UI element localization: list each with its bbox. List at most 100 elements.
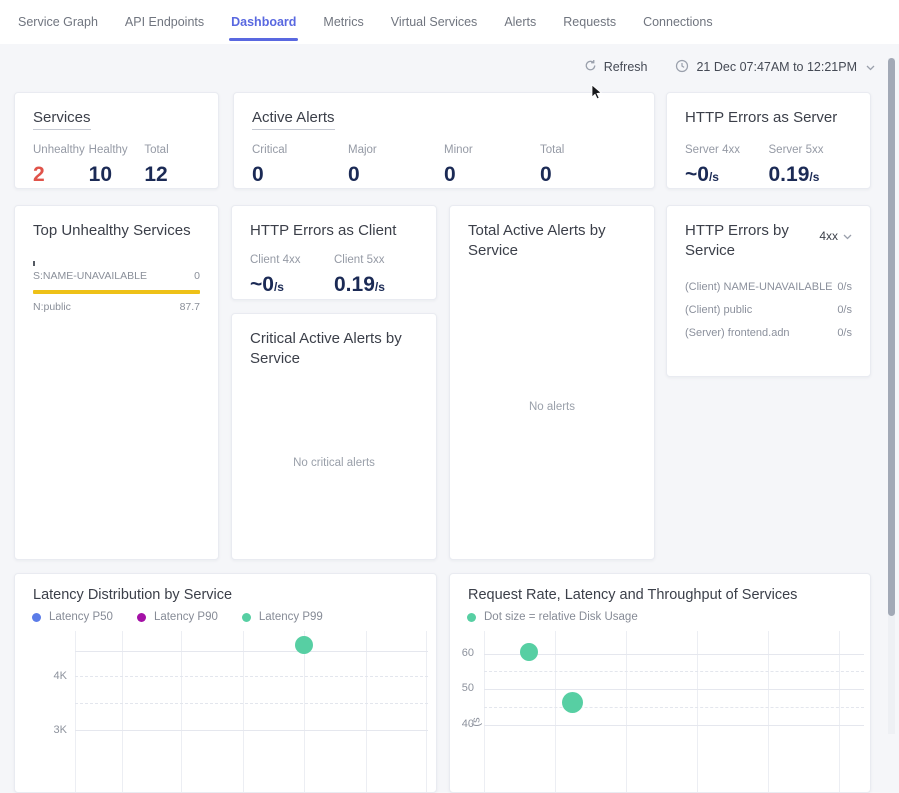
top-navigation: Service Graph API Endpoints Dashboard Me… — [0, 0, 899, 44]
http-server-metrics: Server 4xx ~0/s Server 5xx 0.19/s — [685, 144, 852, 187]
error-row-value: 0/s — [837, 327, 852, 339]
tab-dashboard[interactable]: Dashboard — [231, 0, 296, 44]
gridline — [768, 631, 769, 792]
service-name: N:public — [33, 301, 71, 313]
time-range-value: 21 Dec 07:47AM to 12:21PM — [696, 60, 857, 74]
tab-label: API Endpoints — [125, 15, 204, 29]
metric-label: Client 4xx — [250, 254, 334, 266]
metric-critical: Critical 0 — [252, 144, 348, 187]
mouse-cursor — [591, 84, 603, 106]
services-card: Services Unhealthy 2 Healthy 10 Total 12 — [14, 92, 219, 189]
error-row-label: (Client) public — [685, 304, 752, 316]
gridline — [555, 631, 556, 792]
http-errors-server-card: HTTP Errors as Server Server 4xx ~0/s Se… — [666, 92, 871, 189]
tab-label: Virtual Services — [391, 15, 478, 29]
metric-value: 0 — [444, 163, 540, 187]
tab-alerts[interactable]: Alerts — [504, 0, 536, 44]
metric-server-4xx: Server 4xx ~0/s — [685, 144, 769, 187]
gridline — [484, 707, 864, 708]
chart-legend: Dot size = relative Disk Usage — [467, 611, 638, 623]
tab-label: Alerts — [504, 15, 536, 29]
metric-label: Client 5xx — [334, 254, 418, 266]
metric-value: ~0/s — [685, 163, 769, 187]
scrollbar-thumb[interactable] — [888, 58, 895, 616]
error-class-dropdown[interactable]: 4xx — [819, 229, 852, 243]
metric-value: 0 — [348, 163, 444, 187]
card-header: HTTP Errors by Service 4xx — [685, 221, 852, 260]
metric-value: 0 — [252, 163, 348, 187]
chart-legend: Latency P50 Latency P90 Latency P99 — [32, 611, 323, 623]
time-range-selector[interactable]: 21 Dec 07:47AM to 12:21PM — [675, 59, 875, 76]
metric-label: Total — [540, 144, 636, 156]
service-row: S:NAME-UNAVAILABLE 0 — [33, 266, 200, 289]
tab-virtual-services[interactable]: Virtual Services — [391, 0, 478, 44]
tab-label: Dashboard — [231, 15, 296, 29]
legend-item-p90: Latency P90 — [137, 611, 218, 623]
gridline — [304, 631, 305, 792]
error-rows: (Client) NAME-UNAVAILABLE 0/s (Client) p… — [685, 276, 852, 345]
metric-value: 2 — [33, 163, 89, 187]
metric-value: 10 — [89, 163, 145, 187]
http-errors-server-title: HTTP Errors as Server — [685, 108, 852, 128]
metric-minor: Minor 0 — [444, 144, 540, 187]
error-row-value: 0/s — [837, 304, 852, 316]
metric-server-5xx: Server 5xx 0.19/s — [769, 144, 853, 187]
y-axis-tick: 3K — [27, 724, 67, 736]
legend-item-disk-usage: Dot size = relative Disk Usage — [467, 611, 638, 623]
active-alerts-metrics: Critical 0 Major 0 Minor 0 Total 0 — [252, 144, 636, 187]
tab-requests[interactable]: Requests — [563, 0, 616, 44]
gridline — [75, 676, 428, 677]
dashboard-toolbar: Refresh 21 Dec 07:47AM to 12:21PM — [0, 54, 875, 80]
gridline — [243, 631, 244, 792]
gridline — [366, 631, 367, 792]
gridline — [181, 631, 182, 792]
data-point — [562, 692, 583, 713]
service-value: 87.7 — [180, 301, 200, 313]
metric-value: 0.19/s — [769, 163, 853, 187]
legend-dot-icon — [137, 613, 146, 622]
value-suffix: /s — [274, 280, 284, 294]
gridline — [484, 631, 485, 792]
legend-item-p50: Latency P50 — [32, 611, 113, 623]
tab-connections[interactable]: Connections — [643, 0, 713, 44]
data-point — [520, 643, 538, 661]
gridline — [697, 631, 698, 792]
metric-label: Unhealthy — [33, 144, 89, 156]
value-number: 0.19 — [334, 273, 375, 296]
y-axis-tick: 4K — [27, 670, 67, 682]
http-errors-by-service-title: HTTP Errors by Service — [685, 221, 803, 260]
metric-label: Healthy — [89, 144, 145, 156]
empty-state-message: No alerts — [450, 401, 654, 413]
tab-metrics[interactable]: Metrics — [323, 0, 363, 44]
tab-label: Connections — [643, 15, 713, 29]
legend-label: Latency P99 — [259, 611, 323, 623]
gridline — [75, 651, 428, 652]
tab-label: Requests — [563, 15, 616, 29]
service-name: S:NAME-UNAVAILABLE — [33, 270, 147, 282]
gridline — [839, 631, 840, 792]
critical-alerts-title: Critical Active Alerts by Service — [250, 329, 418, 368]
metric-unhealthy: Unhealthy 2 — [33, 144, 89, 187]
active-tab-indicator — [229, 38, 298, 41]
tab-service-graph[interactable]: Service Graph — [18, 0, 98, 44]
value-number: 0.19 — [769, 163, 810, 186]
top-unhealthy-title: Top Unhealthy Services — [33, 221, 200, 241]
gridline — [426, 631, 427, 792]
metric-healthy: Healthy 10 — [89, 144, 145, 187]
tab-api-endpoints[interactable]: API Endpoints — [125, 0, 204, 44]
error-row: (Server) frontend.adn 0/s — [685, 322, 852, 345]
refresh-label: Refresh — [604, 60, 648, 74]
gridline — [484, 654, 864, 655]
services-title: Services — [33, 109, 91, 130]
tab-label: Metrics — [323, 15, 363, 29]
metric-label: Server 5xx — [769, 144, 853, 156]
total-alerts-title: Total Active Alerts by Service — [468, 221, 636, 260]
legend-label: Latency P50 — [49, 611, 113, 623]
error-row-label: (Client) NAME-UNAVAILABLE — [685, 281, 833, 293]
metric-value: 0 — [540, 163, 636, 187]
services-metrics: Unhealthy 2 Healthy 10 Total 12 — [33, 144, 200, 187]
metric-value: 0.19/s — [334, 273, 418, 297]
refresh-button[interactable]: Refresh — [584, 59, 648, 75]
legend-label: Latency P90 — [154, 611, 218, 623]
error-row: (Client) public 0/s — [685, 299, 852, 322]
